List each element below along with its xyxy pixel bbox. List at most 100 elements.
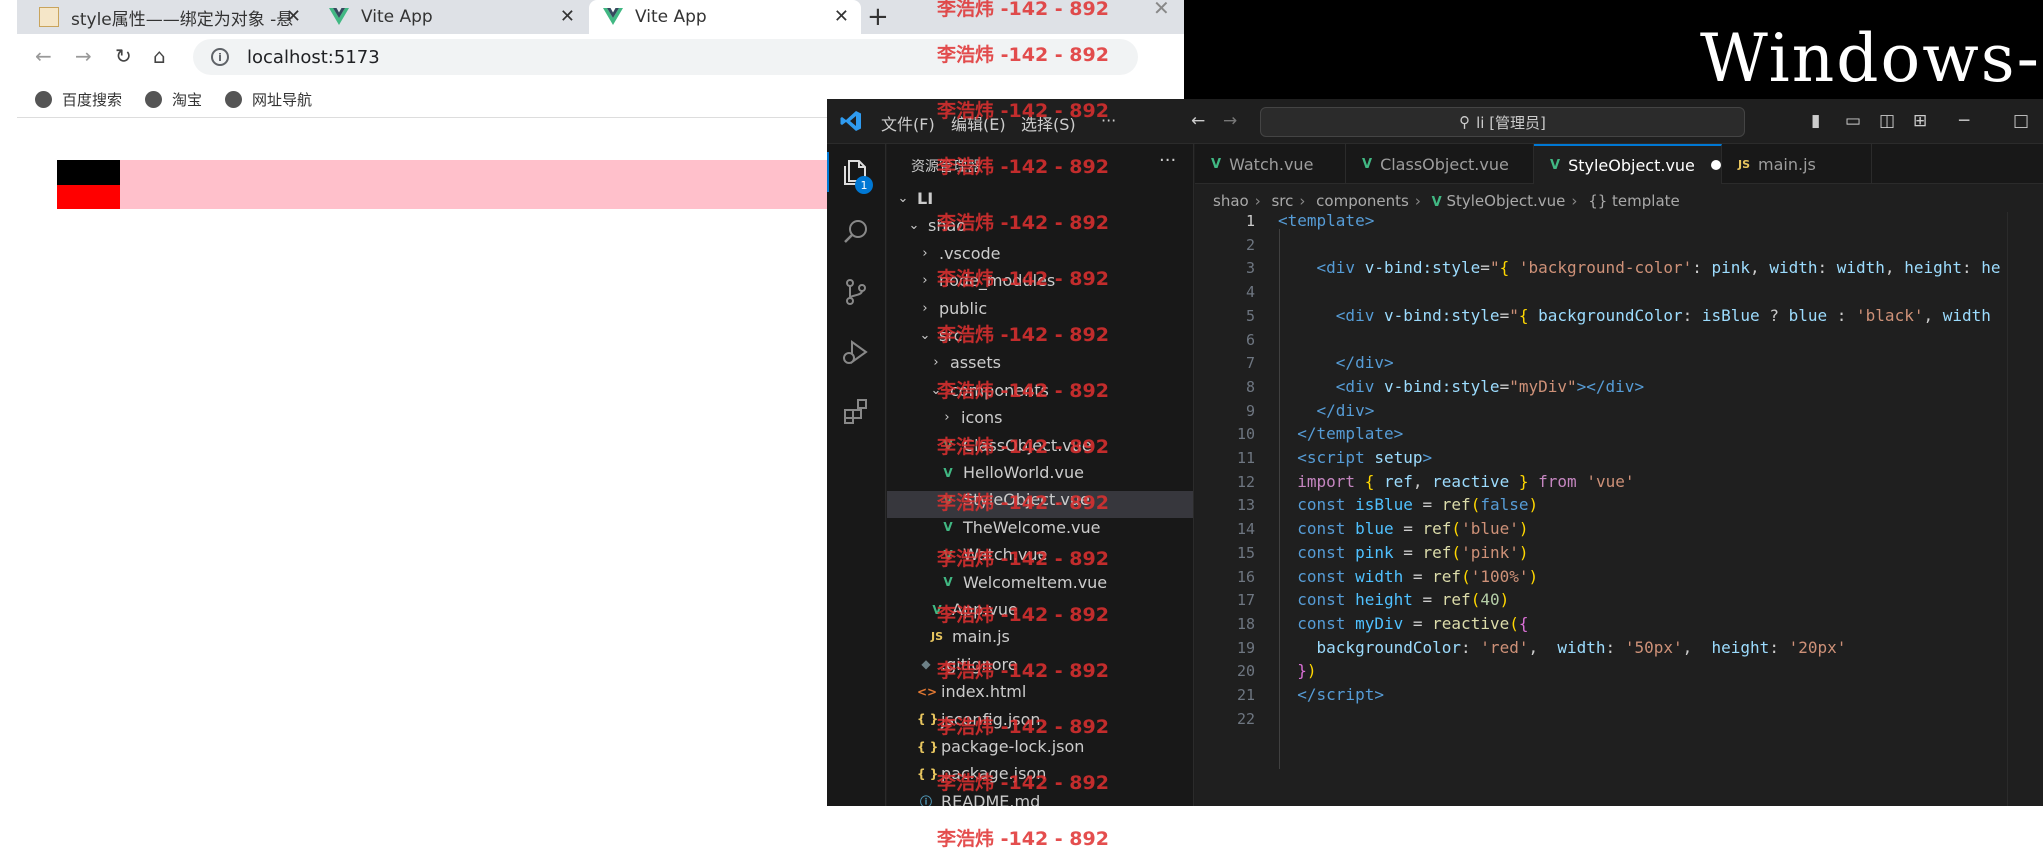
- chevron-right-icon: ›: [922, 300, 928, 316]
- window-close-icon[interactable]: ✕: [1153, 0, 1170, 20]
- line-number: 17: [1236, 591, 1255, 610]
- bookmark-item[interactable]: 百度搜索: [35, 89, 122, 110]
- toggle-sidebar-icon[interactable]: ▮: [1811, 111, 1820, 131]
- toggle-secondary-sidebar-icon[interactable]: ◫: [1879, 111, 1895, 131]
- tree-item[interactable]: V WelcomeItem.vue: [939, 569, 1107, 596]
- git-file-icon: ◆: [921, 657, 931, 672]
- tree-item[interactable]: V HelloWorld.vue: [939, 459, 1084, 486]
- code-line[interactable]: const pink = ref('pink'): [1278, 543, 1528, 562]
- customize-layout-icon[interactable]: ⊞: [1913, 111, 1927, 131]
- close-icon[interactable]: ✕: [560, 6, 575, 27]
- explorer-sidebar: 资源管理器 ··· ⌄ LI ⌄ shao › .vscode › node_modules ›…: [887, 144, 1194, 806]
- search-icon[interactable]: [840, 216, 872, 248]
- line-number: 2: [1245, 235, 1255, 254]
- chevron-down-icon: ⌄: [919, 328, 931, 343]
- json-file-icon: { }: [917, 712, 939, 727]
- reload-icon[interactable]: ↻: [115, 44, 132, 68]
- watermark-text: 李浩炜 -142 - 892: [937, 828, 1109, 850]
- tree-item-label: public: [939, 298, 988, 318]
- tree-item[interactable]: › .vscode: [917, 240, 1000, 267]
- code-line[interactable]: const blue = ref('blue'): [1278, 519, 1528, 538]
- code-line[interactable]: <template>: [1278, 211, 1374, 230]
- minimap[interactable]: [2007, 212, 2043, 806]
- code-line[interactable]: import { ref, reactive } from 'vue': [1278, 472, 1634, 491]
- watermark-text: 李浩炜 -142 - 892: [937, 156, 1109, 178]
- code-line[interactable]: <div v-bind:style="{ 'background-color':…: [1278, 258, 2001, 277]
- more-actions-icon[interactable]: ···: [1159, 150, 1176, 171]
- tree-item[interactable]: › assets: [928, 349, 1001, 376]
- tree-item[interactable]: › icons: [939, 404, 1002, 431]
- tree-item-label: WelcomeItem.vue: [963, 572, 1108, 592]
- line-number: 12: [1236, 472, 1255, 491]
- tab-label: Vite App: [635, 7, 707, 27]
- breadcrumb-item[interactable]: components: [1316, 192, 1409, 210]
- breadcrumb-item[interactable]: shao: [1213, 192, 1249, 210]
- source-control-icon[interactable]: [840, 276, 872, 308]
- watermark-text: 李浩炜 -142 - 892: [937, 548, 1109, 570]
- close-icon[interactable]: ✕: [286, 6, 301, 27]
- new-tab-icon[interactable]: +: [867, 2, 889, 32]
- code-line[interactable]: <script setup>: [1278, 448, 1432, 467]
- code-line[interactable]: <div v-bind:style="{ backgroundColor: is…: [1278, 306, 1991, 325]
- tree-item[interactable]: JS main.js: [928, 623, 1010, 650]
- activity-bar: 1: [827, 144, 886, 806]
- page-favicon-icon: [39, 7, 59, 27]
- code-line[interactable]: const width = ref('100%'): [1278, 567, 1538, 586]
- editor-tab-watch[interactable]: V Watch.vue: [1195, 144, 1346, 184]
- back-arrow-icon[interactable]: ←: [1191, 111, 1205, 131]
- code-line[interactable]: backgroundColor: 'red', width: '50px', h…: [1278, 638, 1847, 657]
- tree-item[interactable]: › public: [917, 295, 987, 322]
- line-number: 7: [1245, 354, 1255, 373]
- code-line[interactable]: </div>: [1278, 353, 1394, 372]
- unsaved-dot-icon[interactable]: [1710, 160, 1721, 170]
- editor-tab-styleobject[interactable]: V StyleObject.vue: [1534, 144, 1722, 184]
- extensions-icon[interactable]: [840, 396, 872, 428]
- code-line[interactable]: const isBlue = ref(false): [1278, 495, 1538, 514]
- code-line[interactable]: </template>: [1278, 424, 1403, 443]
- run-debug-icon[interactable]: [840, 336, 872, 368]
- breadcrumb: shao › src › components › V StyleObject.vue…: [1213, 192, 1680, 210]
- chevron-down-icon: ⌄: [908, 218, 920, 234]
- globe-icon: [35, 91, 52, 108]
- chevron-right-icon: ›: [1299, 192, 1306, 210]
- command-center-search[interactable]: ⚲ li [管理员]: [1260, 107, 1745, 137]
- forward-arrow-icon[interactable]: →: [75, 44, 92, 68]
- forward-arrow-icon[interactable]: →: [1223, 111, 1237, 131]
- minimize-icon[interactable]: ─: [1959, 111, 1969, 131]
- code-line[interactable]: const myDiv = reactive({: [1278, 614, 1528, 633]
- breadcrumb-item[interactable]: StyleObject.vue: [1446, 192, 1565, 210]
- code-line[interactable]: }): [1278, 661, 1316, 680]
- code-line[interactable]: </script>: [1278, 685, 1384, 704]
- globe-icon: [145, 91, 162, 108]
- desktop-icons-strip: [0, 0, 17, 864]
- browser-tab-3[interactable]: Vite App ✕: [589, 0, 861, 34]
- watermark-text: 李浩炜 -142 - 892: [937, 716, 1109, 738]
- chevron-right-icon: ›: [933, 355, 939, 371]
- breadcrumb-item[interactable]: src: [1271, 192, 1293, 210]
- tree-item[interactable]: V TheWelcome.vue: [939, 514, 1100, 541]
- browser-tab-1[interactable]: style属性——绑定为对象 -悬 ✕: [25, 0, 313, 34]
- close-icon[interactable]: ✕: [834, 6, 849, 27]
- js-file-icon: JS: [930, 630, 943, 644]
- tree-item[interactable]: ⌄ LI: [895, 185, 934, 212]
- bookmark-item[interactable]: 淘宝: [145, 89, 202, 110]
- bookmark-item[interactable]: 网址导航: [225, 89, 312, 110]
- toggle-panel-icon[interactable]: ▭: [1845, 111, 1861, 131]
- watermark-text: 李浩炜 -142 - 892: [937, 212, 1109, 234]
- breadcrumb-item[interactable]: {} template: [1588, 192, 1680, 210]
- line-number: 19: [1236, 638, 1255, 657]
- editor-tab-classobject[interactable]: V ClassObject.vue: [1346, 144, 1534, 184]
- watermark-text: 李浩炜 -142 - 892: [937, 492, 1109, 514]
- info-icon[interactable]: i: [211, 48, 229, 66]
- code-line[interactable]: <div v-bind:style="myDiv"></div>: [1278, 377, 1644, 396]
- back-arrow-icon[interactable]: ←: [35, 44, 52, 68]
- editor-tab-mainjs[interactable]: JS main.js: [1722, 144, 1872, 184]
- code-line[interactable]: const height = ref(40): [1278, 590, 1509, 609]
- browser-tab-2[interactable]: Vite App ✕: [315, 0, 587, 34]
- tree-item-label: LI: [917, 189, 934, 208]
- home-icon[interactable]: ⌂: [153, 44, 166, 68]
- line-number: 22: [1236, 709, 1255, 728]
- maximize-icon[interactable]: □: [2013, 111, 2029, 131]
- menu-file[interactable]: 文件(F): [881, 111, 935, 135]
- code-line[interactable]: </div>: [1278, 401, 1375, 420]
